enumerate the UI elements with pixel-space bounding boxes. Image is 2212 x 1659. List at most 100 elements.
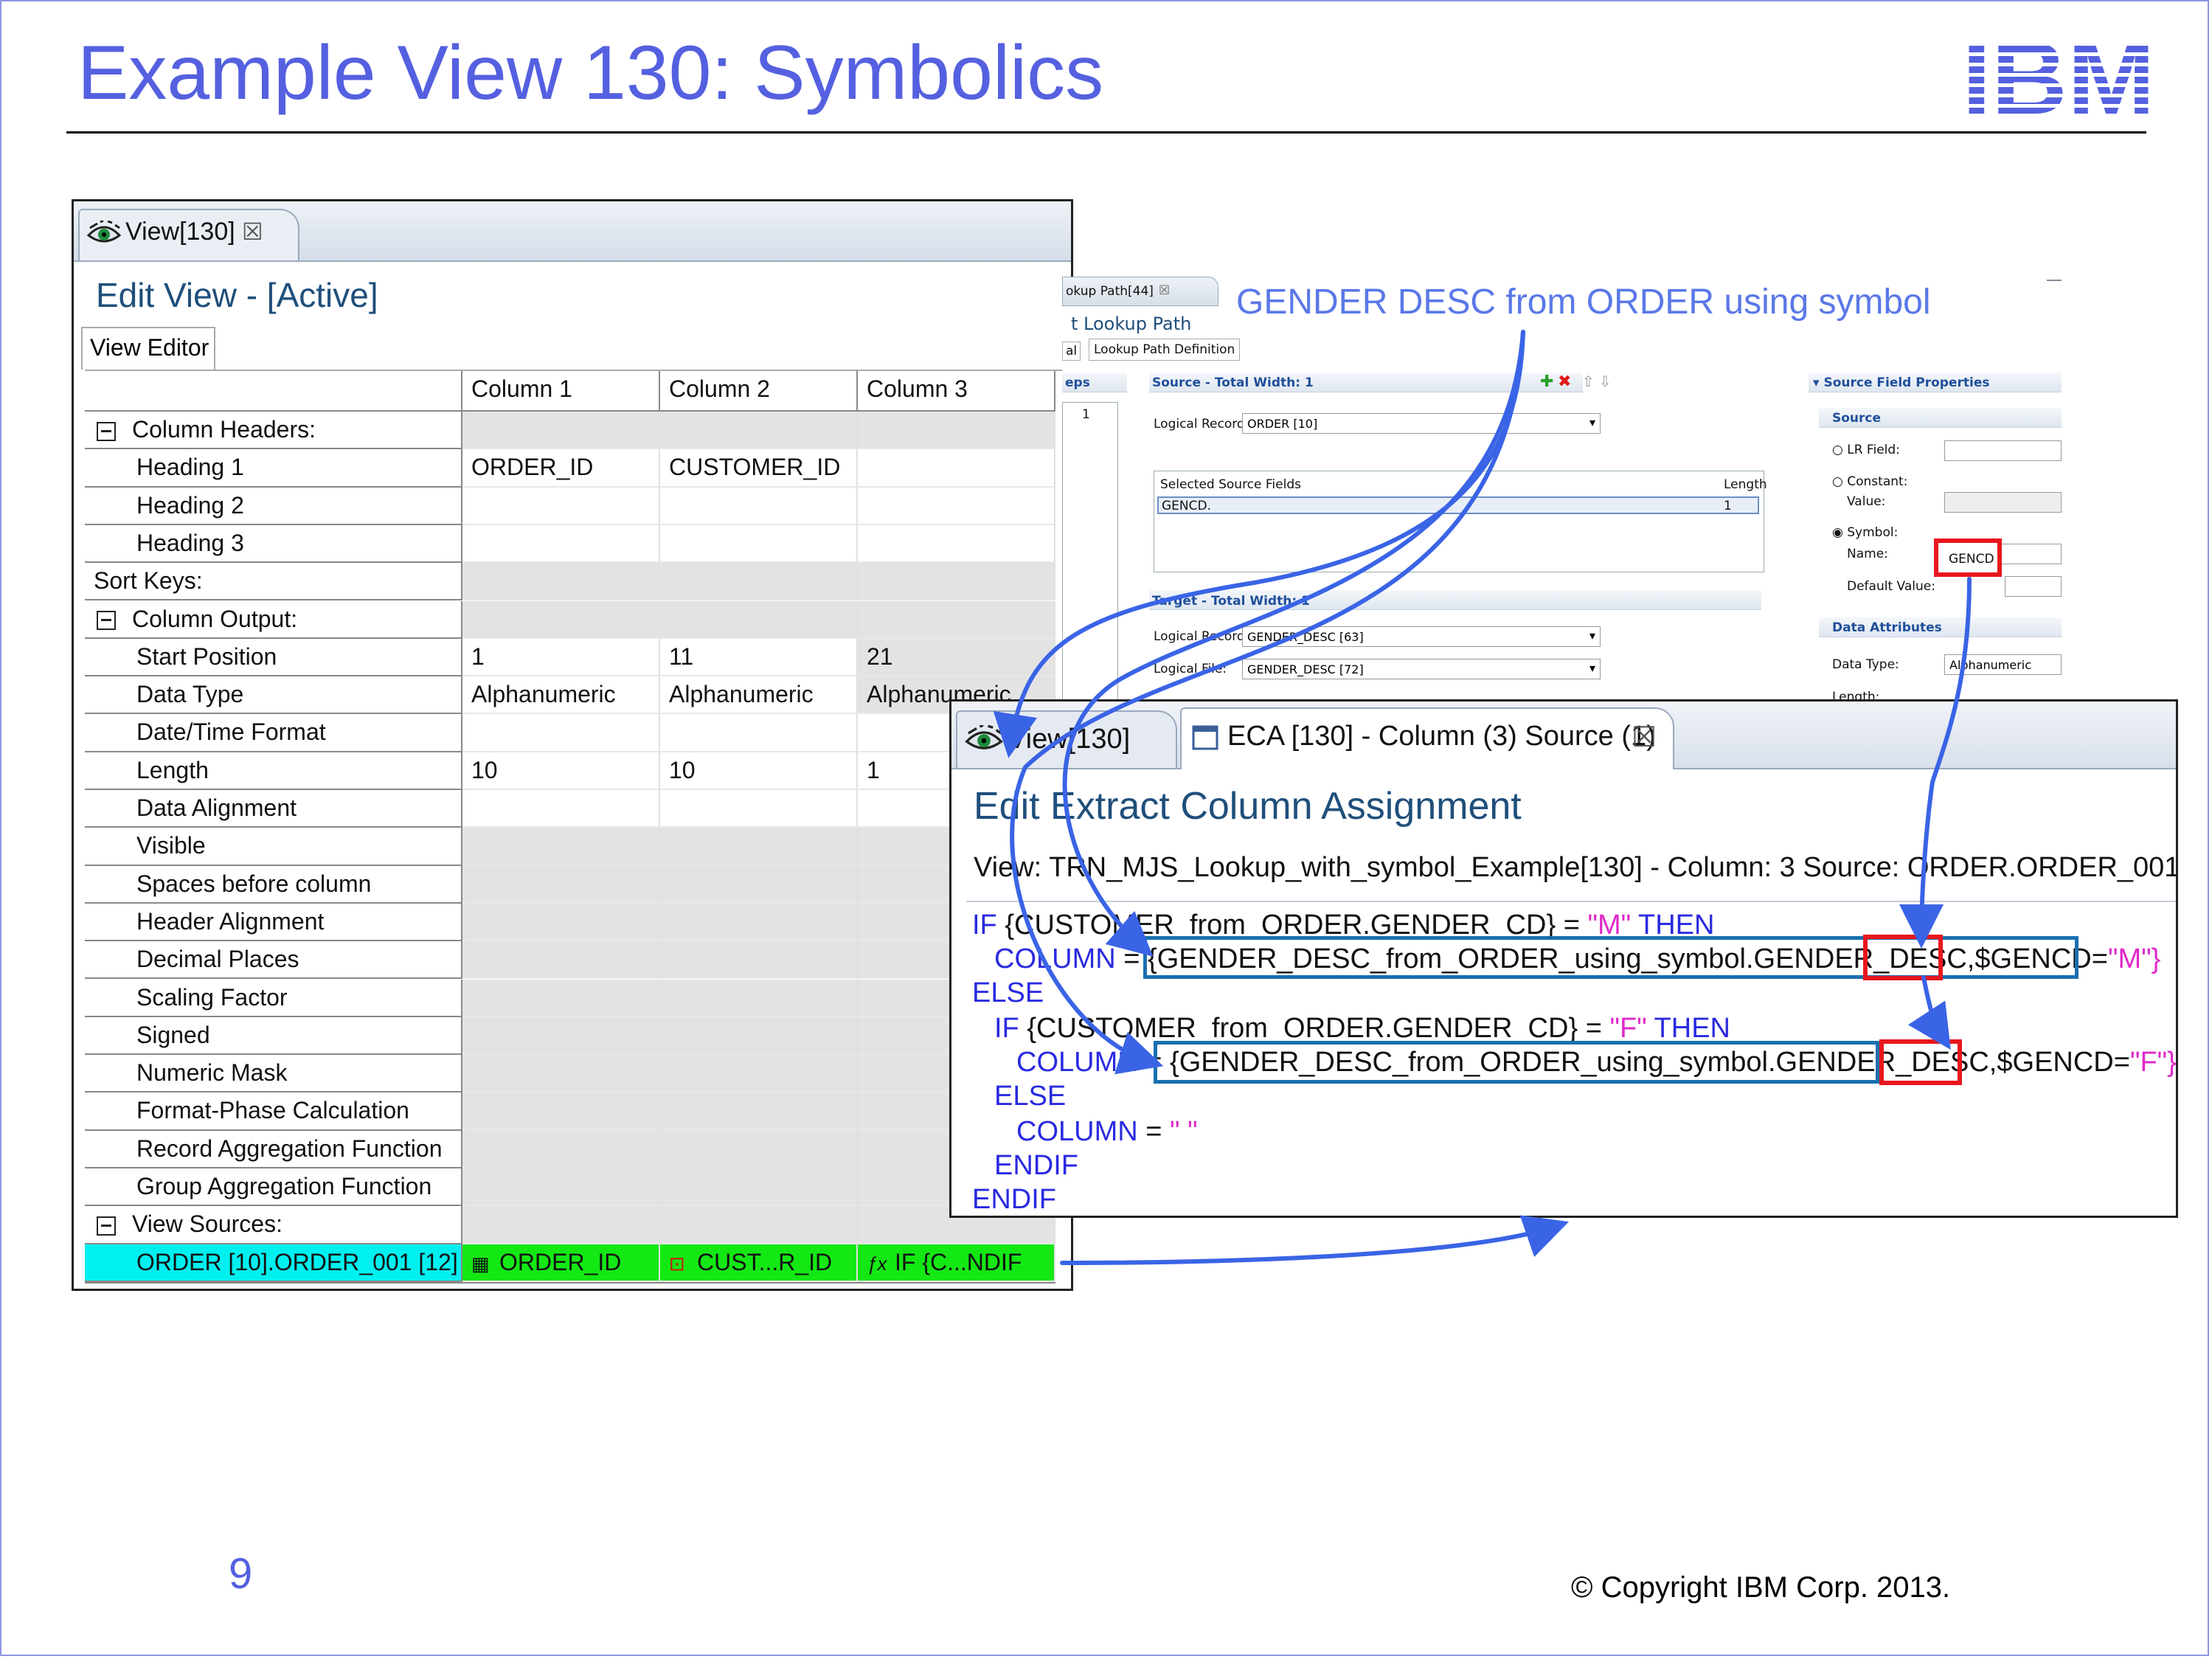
tab-general[interactable]: al	[1062, 342, 1081, 361]
default-value-input[interactable]	[2005, 576, 2062, 597]
grid-cell[interactable]: 21	[858, 638, 1055, 677]
grid-cell[interactable]	[462, 790, 660, 828]
grid-cell[interactable]: 10	[660, 752, 858, 790]
grid-cell[interactable]	[462, 1092, 660, 1131]
row-label[interactable]: Date/Time Format	[85, 714, 462, 752]
grid-cell[interactable]	[462, 1168, 660, 1207]
column-header[interactable]: Column 1	[462, 371, 660, 412]
row-label[interactable]: Column Headers:	[85, 412, 462, 450]
row-label[interactable]: Visible	[85, 828, 462, 866]
grid-cell[interactable]	[858, 563, 1055, 601]
row-label[interactable]: ORDER [10].ORDER_001 [12]	[85, 1244, 462, 1282]
logical-record-combo[interactable]: ORDER [10] ▾	[1242, 413, 1601, 434]
grid-cell[interactable]	[858, 524, 1055, 564]
tab-lookup-definition[interactable]: Lookup Path Definition	[1089, 339, 1241, 361]
tab-view-editor[interactable]: View Editor	[81, 327, 215, 370]
grid-cell[interactable]	[462, 828, 660, 866]
row-label[interactable]: Start Position	[85, 638, 462, 677]
grid-cell[interactable]	[462, 714, 660, 752]
row-label[interactable]: Heading 1	[85, 449, 462, 488]
row-label[interactable]: Column Output:	[85, 600, 462, 639]
collapse-icon[interactable]	[97, 1216, 116, 1236]
grid-cell[interactable]	[462, 412, 660, 450]
grid-cell[interactable]	[462, 563, 660, 601]
grid-cell[interactable]	[660, 1130, 858, 1168]
grid-cell[interactable]	[660, 828, 858, 866]
row-label[interactable]: Group Aggregation Function	[85, 1168, 462, 1207]
add-icon[interactable]: ✚	[1540, 373, 1553, 391]
constant-radio[interactable]: ○ Constant:	[1832, 474, 1907, 489]
lr-field-input[interactable]	[1944, 440, 2062, 461]
column-header[interactable]: Column 2	[660, 371, 858, 412]
grid-cell[interactable]	[660, 941, 858, 980]
grid-cell[interactable]	[660, 1206, 858, 1244]
grid-cell[interactable]	[858, 412, 1055, 450]
close-icon[interactable]: ☒	[1632, 721, 1657, 754]
move-up-icon[interactable]: ⇧	[1582, 373, 1595, 390]
grid-cell[interactable]	[660, 1016, 858, 1056]
row-label[interactable]: Heading 2	[85, 487, 462, 525]
row-label[interactable]: Format-Phase Calculation	[85, 1092, 462, 1131]
tab-eca-130[interactable]: ECA [130] - Column (3) Source (1) ☒	[1180, 707, 1674, 769]
row-label[interactable]: Header Alignment	[85, 903, 462, 942]
grid-cell[interactable]	[858, 449, 1055, 488]
grid-cell[interactable]	[660, 524, 858, 564]
grid-cell[interactable]	[660, 979, 858, 1017]
grid-cell[interactable]: Alphanumeric	[660, 676, 858, 715]
grid-cell[interactable]	[660, 1168, 858, 1207]
steps-list[interactable]: 1	[1062, 402, 1118, 704]
grid-cell[interactable]	[660, 1055, 858, 1093]
grid-cell[interactable]: CUSTOMER_ID	[660, 449, 858, 488]
grid-cell[interactable]	[462, 524, 660, 564]
grid-cell[interactable]	[462, 487, 660, 525]
grid-cell[interactable]: 11	[660, 638, 858, 677]
grid-cell[interactable]	[462, 1206, 660, 1244]
row-label[interactable]: Numeric Mask	[85, 1055, 462, 1093]
tab-view-130[interactable]: View[130]	[956, 710, 1177, 768]
grid-cell[interactable]	[462, 941, 660, 980]
row-label[interactable]: Length	[85, 752, 462, 790]
lr-field-radio[interactable]: ○ LR Field:	[1832, 443, 1900, 457]
grid-cell[interactable]: ▦ ORDER_ID	[462, 1244, 660, 1282]
data-type-combo[interactable]: Alphanumeric	[1944, 654, 2062, 675]
grid-cell[interactable]: Alphanumeric	[462, 676, 660, 715]
row-label[interactable]: Signed	[85, 1016, 462, 1056]
row-label[interactable]: Record Aggregation Function	[85, 1130, 462, 1168]
grid-cell[interactable]	[462, 903, 660, 942]
column-header[interactable]: Column 3	[858, 371, 1055, 412]
grid-cell[interactable]: ⊡ CUST...R_ID	[660, 1244, 858, 1282]
grid-cell[interactable]: 1	[462, 638, 660, 677]
grid-cell[interactable]	[660, 487, 858, 525]
move-down-icon[interactable]: ⇩	[1599, 373, 1612, 390]
table-row[interactable]: GENCD. 1	[1157, 496, 1759, 514]
grid-cell[interactable]: 10	[462, 752, 660, 790]
collapse-icon[interactable]	[97, 421, 116, 441]
grid-cell[interactable]	[858, 487, 1055, 525]
row-label[interactable]: Spaces before column	[85, 865, 462, 904]
grid-cell[interactable]	[660, 563, 858, 601]
logical-file-combo[interactable]: GENDER_DESC [72] ▾	[1242, 659, 1601, 679]
grid-cell[interactable]	[462, 1016, 660, 1056]
grid-cell[interactable]	[462, 600, 660, 639]
grid-cell[interactable]	[462, 979, 660, 1017]
grid-cell[interactable]	[858, 600, 1055, 639]
collapse-icon[interactable]	[97, 611, 116, 631]
grid-cell[interactable]: ORDER_ID	[462, 449, 660, 488]
grid-cell[interactable]	[660, 600, 858, 639]
row-label[interactable]: Data Type	[85, 676, 462, 715]
row-label[interactable]: Heading 3	[85, 524, 462, 564]
row-label[interactable]: Decimal Places	[85, 941, 462, 980]
grid-cell[interactable]	[660, 412, 858, 450]
row-label[interactable]: View Sources:	[85, 1206, 462, 1244]
row-label[interactable]: Scaling Factor	[85, 979, 462, 1017]
grid-cell[interactable]	[660, 865, 858, 904]
close-icon[interactable]: ☒	[242, 218, 263, 246]
symbol-radio[interactable]: ◉ Symbol:	[1832, 525, 1898, 540]
grid-cell[interactable]	[660, 714, 858, 752]
grid-cell[interactable]	[462, 1055, 660, 1093]
grid-cell[interactable]	[660, 1092, 858, 1131]
delete-icon[interactable]: ✖	[1558, 373, 1571, 391]
grid-cell[interactable]: ƒx IF {C...NDIF	[858, 1244, 1055, 1282]
row-label[interactable]: Data Alignment	[85, 790, 462, 828]
tab-view-130[interactable]: View[130] ☒	[78, 209, 299, 260]
